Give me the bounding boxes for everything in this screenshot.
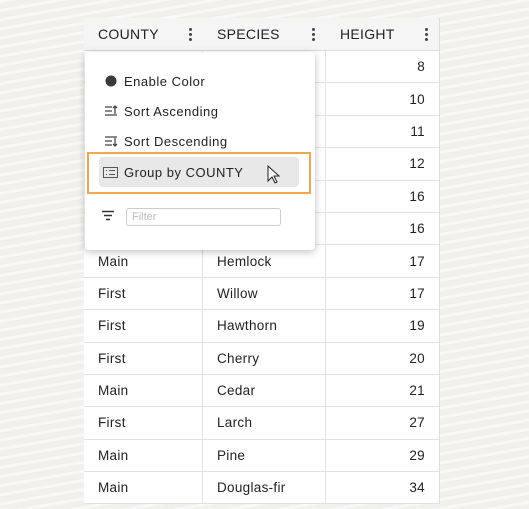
cell-height[interactable]: 10: [326, 83, 439, 114]
cell-height[interactable]: 16: [326, 181, 439, 212]
cell-county[interactable]: First: [84, 407, 203, 439]
menu-item-label: Enable Color: [124, 73, 206, 89]
column-menu: Enable Color Sort Ascending Sort Descend…: [85, 52, 315, 250]
cell-county[interactable]: First: [84, 342, 203, 374]
menu-item-sort-ascending[interactable]: Sort Ascending: [99, 96, 299, 126]
column-header-species[interactable]: SPECIES: [203, 18, 326, 50]
table-row: First Willow 17: [84, 277, 439, 311]
cell-height[interactable]: 12: [326, 148, 439, 179]
cell-species[interactable]: Pine: [203, 439, 326, 472]
cell-height[interactable]: 16: [326, 213, 439, 244]
cell-height[interactable]: 11: [326, 116, 439, 147]
column-header-height[interactable]: HEIGHT: [326, 18, 439, 50]
cell-height[interactable]: 17: [326, 245, 439, 276]
sort-descending-icon: [97, 135, 124, 147]
column-label: COUNTY: [98, 26, 159, 42]
cell-height[interactable]: 17: [326, 278, 439, 309]
grid-header: COUNTY SPECIES HEIGHT: [84, 18, 439, 51]
cell-species[interactable]: Hawthorn: [203, 310, 326, 342]
cell-height[interactable]: 34: [326, 472, 439, 503]
cell-height[interactable]: 8: [326, 51, 439, 82]
filter-icon: [101, 209, 115, 227]
cell-height[interactable]: 19: [326, 310, 439, 341]
cell-county[interactable]: Main: [84, 245, 203, 277]
column-menu-icon[interactable]: [312, 26, 316, 42]
menu-item-enable-color[interactable]: Enable Color: [99, 66, 299, 96]
cell-species[interactable]: Douglas-fir: [203, 472, 326, 504]
menu-item-label: Sort Descending: [124, 133, 228, 149]
cell-species[interactable]: Larch: [203, 407, 326, 439]
cell-species[interactable]: Willow: [203, 277, 326, 310]
highlight-box: [87, 152, 311, 194]
cell-county[interactable]: First: [84, 277, 203, 310]
circle-icon: [97, 75, 124, 87]
sort-ascending-icon: [97, 105, 124, 117]
filter-input[interactable]: [126, 208, 281, 226]
table-row: Main Hemlock 17: [84, 245, 439, 278]
cell-height[interactable]: 27: [326, 407, 439, 438]
menu-item-label: Sort Ascending: [124, 103, 219, 119]
cell-height[interactable]: 29: [326, 440, 439, 471]
column-label: HEIGHT: [340, 26, 395, 42]
cell-species[interactable]: Cherry: [203, 342, 326, 374]
table-row: Main Pine 29: [84, 439, 439, 473]
cell-species[interactable]: Hemlock: [203, 245, 326, 277]
cell-species[interactable]: Cedar: [203, 374, 326, 407]
table-row: First Cherry 20: [84, 342, 439, 375]
table-row: Main Douglas-fir 34: [84, 472, 439, 505]
cell-county[interactable]: Main: [84, 439, 203, 472]
cell-height[interactable]: 21: [326, 375, 439, 406]
cell-height[interactable]: 20: [326, 343, 439, 374]
column-label: SPECIES: [217, 26, 280, 42]
column-menu-icon[interactable]: [189, 26, 193, 42]
table-row: Main Cedar 21: [84, 374, 439, 408]
cell-county[interactable]: Main: [84, 472, 203, 504]
column-header-county[interactable]: COUNTY: [84, 18, 203, 50]
table-row: First Larch 27: [84, 407, 439, 440]
cell-county[interactable]: Main: [84, 374, 203, 407]
cell-county[interactable]: First: [84, 310, 203, 342]
table-row: First Hawthorn 19: [84, 310, 439, 343]
column-menu-icon[interactable]: [425, 26, 429, 42]
